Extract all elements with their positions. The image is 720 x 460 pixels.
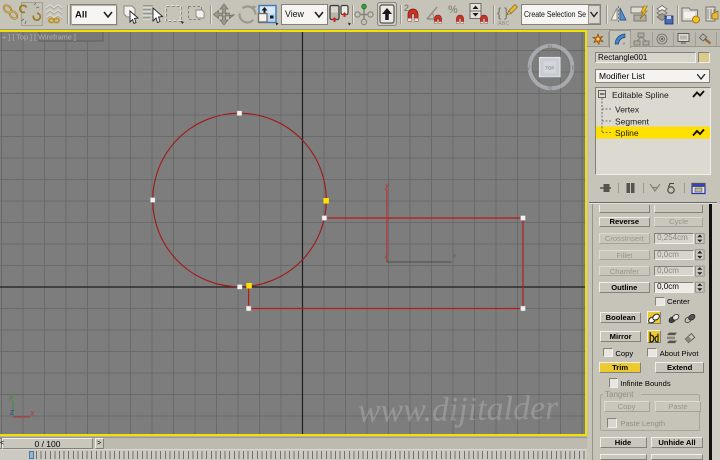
svg-text:Spline: Spline	[615, 128, 639, 138]
svg-text:W: W	[524, 65, 531, 72]
svg-text:y: y	[9, 392, 15, 401]
svg-text:E: E	[572, 65, 577, 72]
svg-text:x: x	[452, 253, 457, 260]
svg-text:Create Selection Se: Create Selection Se	[524, 10, 586, 19]
svg-text:y: y	[384, 181, 390, 190]
svg-text:z: z	[384, 253, 389, 260]
svg-text:Editable Spline: Editable Spline	[612, 90, 669, 100]
svg-text:ABC: ABC	[498, 21, 509, 27]
svg-text:S: S	[548, 86, 553, 93]
svg-text:View: View	[285, 9, 305, 19]
svg-text:TOP: TOP	[545, 65, 554, 70]
svg-text:%: %	[448, 4, 458, 16]
svg-text:www.dijitalder: www.dijitalder	[357, 389, 559, 430]
svg-text:N: N	[548, 44, 553, 51]
svg-text:+ ] [ Top ] [ Wireframe ]: + ] [ Top ] [ Wireframe ]	[2, 33, 76, 42]
svg-text:z: z	[9, 408, 14, 417]
svg-text:{: {	[497, 5, 502, 20]
svg-text:Vertex: Vertex	[615, 105, 640, 115]
svg-text:Segment: Segment	[615, 117, 650, 127]
svg-text:All: All	[75, 10, 87, 21]
